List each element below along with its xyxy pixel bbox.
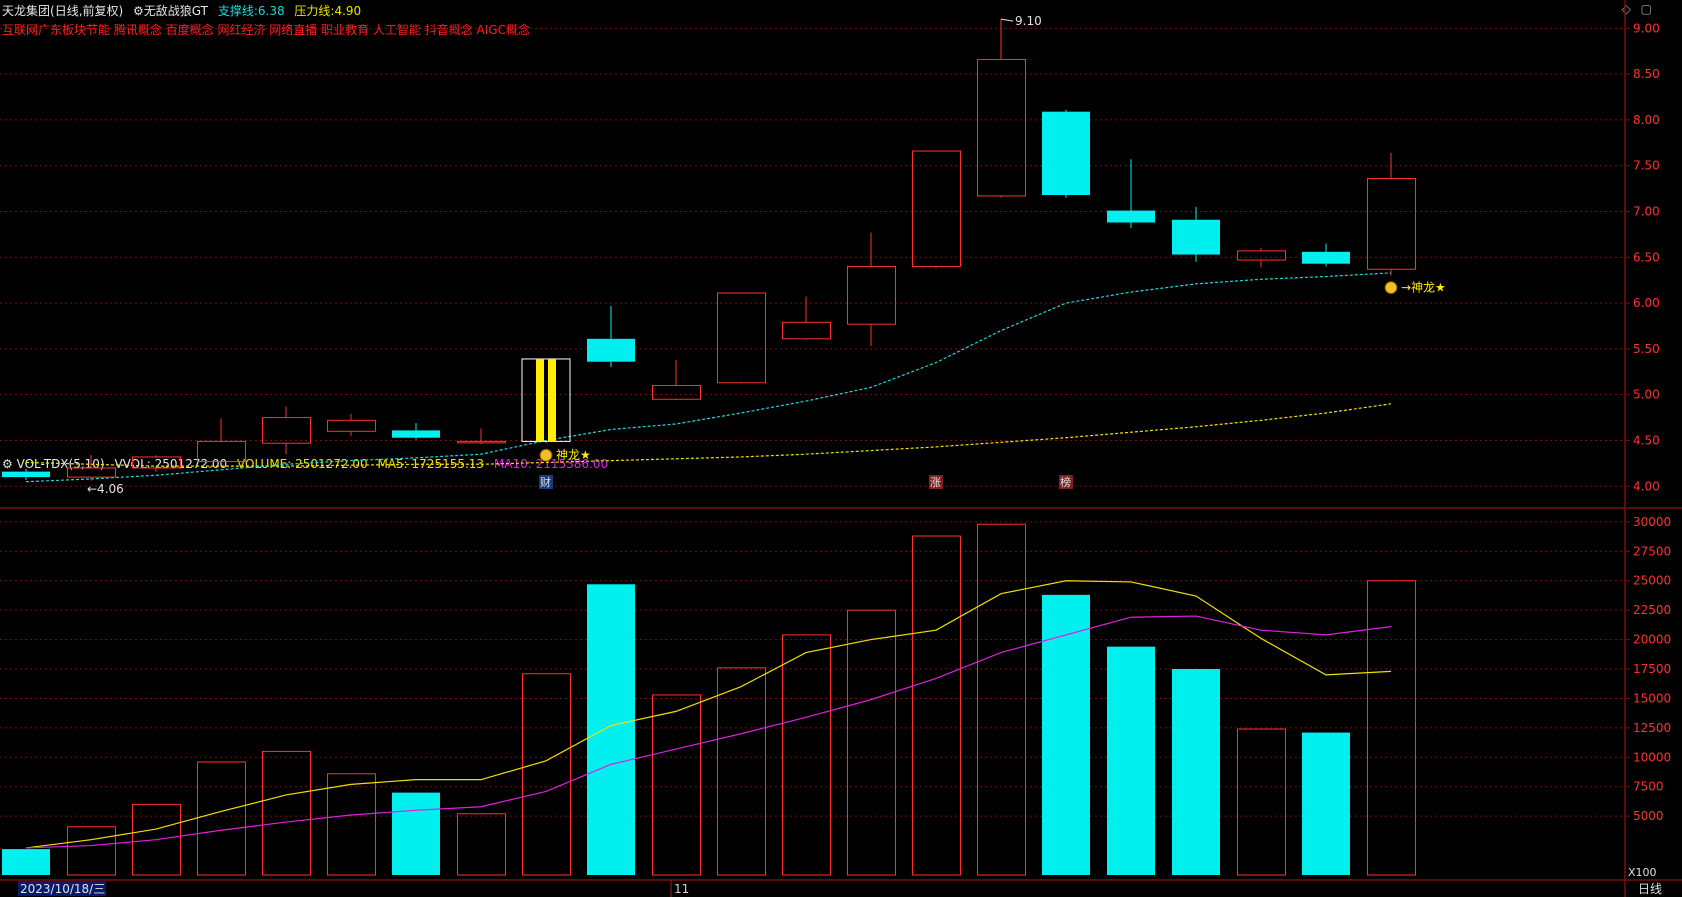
- candle-body-down: [1107, 210, 1155, 223]
- volume-bar-up: [67, 826, 116, 876]
- price-tick-label: 9.00: [1633, 21, 1660, 35]
- volume-bar-down: [1042, 594, 1090, 875]
- volume-bar-down: [1107, 646, 1155, 875]
- candle-body-down: [2, 471, 50, 478]
- volume-tick-label: 7500: [1633, 780, 1664, 794]
- high-pointer: [1000, 18, 1014, 22]
- candle-body-down: [392, 430, 440, 438]
- price-tick-label: 6.00: [1633, 296, 1660, 310]
- candle-body-up: [652, 385, 701, 400]
- candle-body-down: [1172, 219, 1220, 255]
- candle-body-up: [912, 150, 961, 267]
- candle-body-up: [1237, 250, 1286, 261]
- volume-unit: X100: [1628, 866, 1657, 879]
- month-marker: 11: [674, 882, 689, 896]
- volume-bar-down: [2, 849, 50, 875]
- volume-bar-up: [782, 634, 831, 876]
- candle-body-up: [67, 467, 116, 478]
- price-tick-label: 4.00: [1633, 479, 1660, 493]
- price-annotation: 9.10: [1015, 14, 1042, 28]
- ma-yellow-line: [25, 403, 1392, 467]
- volume-bar-down: [392, 792, 440, 875]
- candle-body-up: [457, 440, 506, 444]
- volume-tick-label: 17500: [1633, 662, 1671, 676]
- price-tick-label: 8.50: [1633, 67, 1660, 81]
- price-tick-label: 6.50: [1633, 250, 1660, 264]
- volume-bar-up: [847, 609, 896, 876]
- footer-date: 2023/10/18/三: [20, 882, 105, 896]
- candle-body-up: [1367, 178, 1416, 270]
- price-tick-label: 7.00: [1633, 204, 1660, 218]
- money-bag-icon: [1384, 281, 1398, 295]
- candle-body-up: [847, 265, 896, 325]
- volume-tick-label: 10000: [1633, 750, 1671, 764]
- price-annotation: →神龙★: [1401, 281, 1446, 295]
- event-marker-text: 财: [540, 475, 551, 489]
- candle-body-down: [1302, 251, 1350, 264]
- price-annotation: ←4.06: [87, 482, 124, 496]
- volume-tick-label: 15000: [1633, 691, 1671, 705]
- price-annotation: 神龙★: [556, 448, 591, 462]
- candle-stripe: [548, 358, 556, 442]
- price-tick-label: 7.50: [1633, 159, 1660, 173]
- candle-body-up: [197, 440, 246, 463]
- stock-chart[interactable]: ←4.06 9.10 神龙★ →神龙★ 财 涨 榜 9.00 8.50 8.00 7.50 7.00…: [0, 0, 1682, 897]
- candle-body-special: [521, 358, 571, 442]
- price-tick-label: 5.00: [1633, 388, 1660, 402]
- money-bag-icon: [539, 448, 553, 462]
- candle-body-down: [587, 338, 635, 362]
- volume-tick-label: 27500: [1633, 544, 1671, 558]
- candle-stripe: [536, 358, 544, 442]
- volume-tick-label: 30000: [1633, 515, 1671, 529]
- period-button[interactable]: 日线: [1638, 882, 1662, 896]
- volume-tick-label: 12500: [1633, 721, 1671, 735]
- price-tick-label: 5.50: [1633, 342, 1660, 356]
- volume-bar-down: [1172, 669, 1220, 875]
- volume-tick-label: 25000: [1633, 574, 1671, 588]
- volume-bar-down: [587, 584, 635, 875]
- event-marker-text: 榜: [1060, 475, 1071, 489]
- candle-body-up: [262, 417, 311, 444]
- price-tick-label: 8.00: [1633, 113, 1660, 127]
- candle-body-up: [977, 58, 1026, 197]
- volume-bar-up: [977, 523, 1026, 876]
- volume-tick-label: 22500: [1633, 603, 1671, 617]
- volume-bar-down: [1302, 732, 1350, 875]
- volume-bar-up: [197, 761, 246, 876]
- candle-body-down: [1042, 111, 1090, 196]
- volume-bar-up: [327, 773, 376, 876]
- volume-bar-up: [652, 694, 701, 876]
- volume-tick-label: 20000: [1633, 633, 1671, 647]
- price-tick-label: 4.50: [1633, 433, 1660, 447]
- volume-bar-up: [1237, 728, 1286, 876]
- candle-body-up: [782, 321, 831, 340]
- volume-bar-up: [457, 813, 506, 876]
- volume-bar-up: [522, 673, 571, 876]
- volume-tick-label: 5000: [1633, 809, 1664, 823]
- candle-body-up: [327, 419, 376, 432]
- event-marker-text: 涨: [930, 476, 941, 489]
- ma-cyan-line: [25, 272, 1392, 483]
- volume-bar-up: [912, 535, 961, 876]
- candle-body-up: [717, 292, 766, 384]
- volume-bar-up: [262, 750, 311, 876]
